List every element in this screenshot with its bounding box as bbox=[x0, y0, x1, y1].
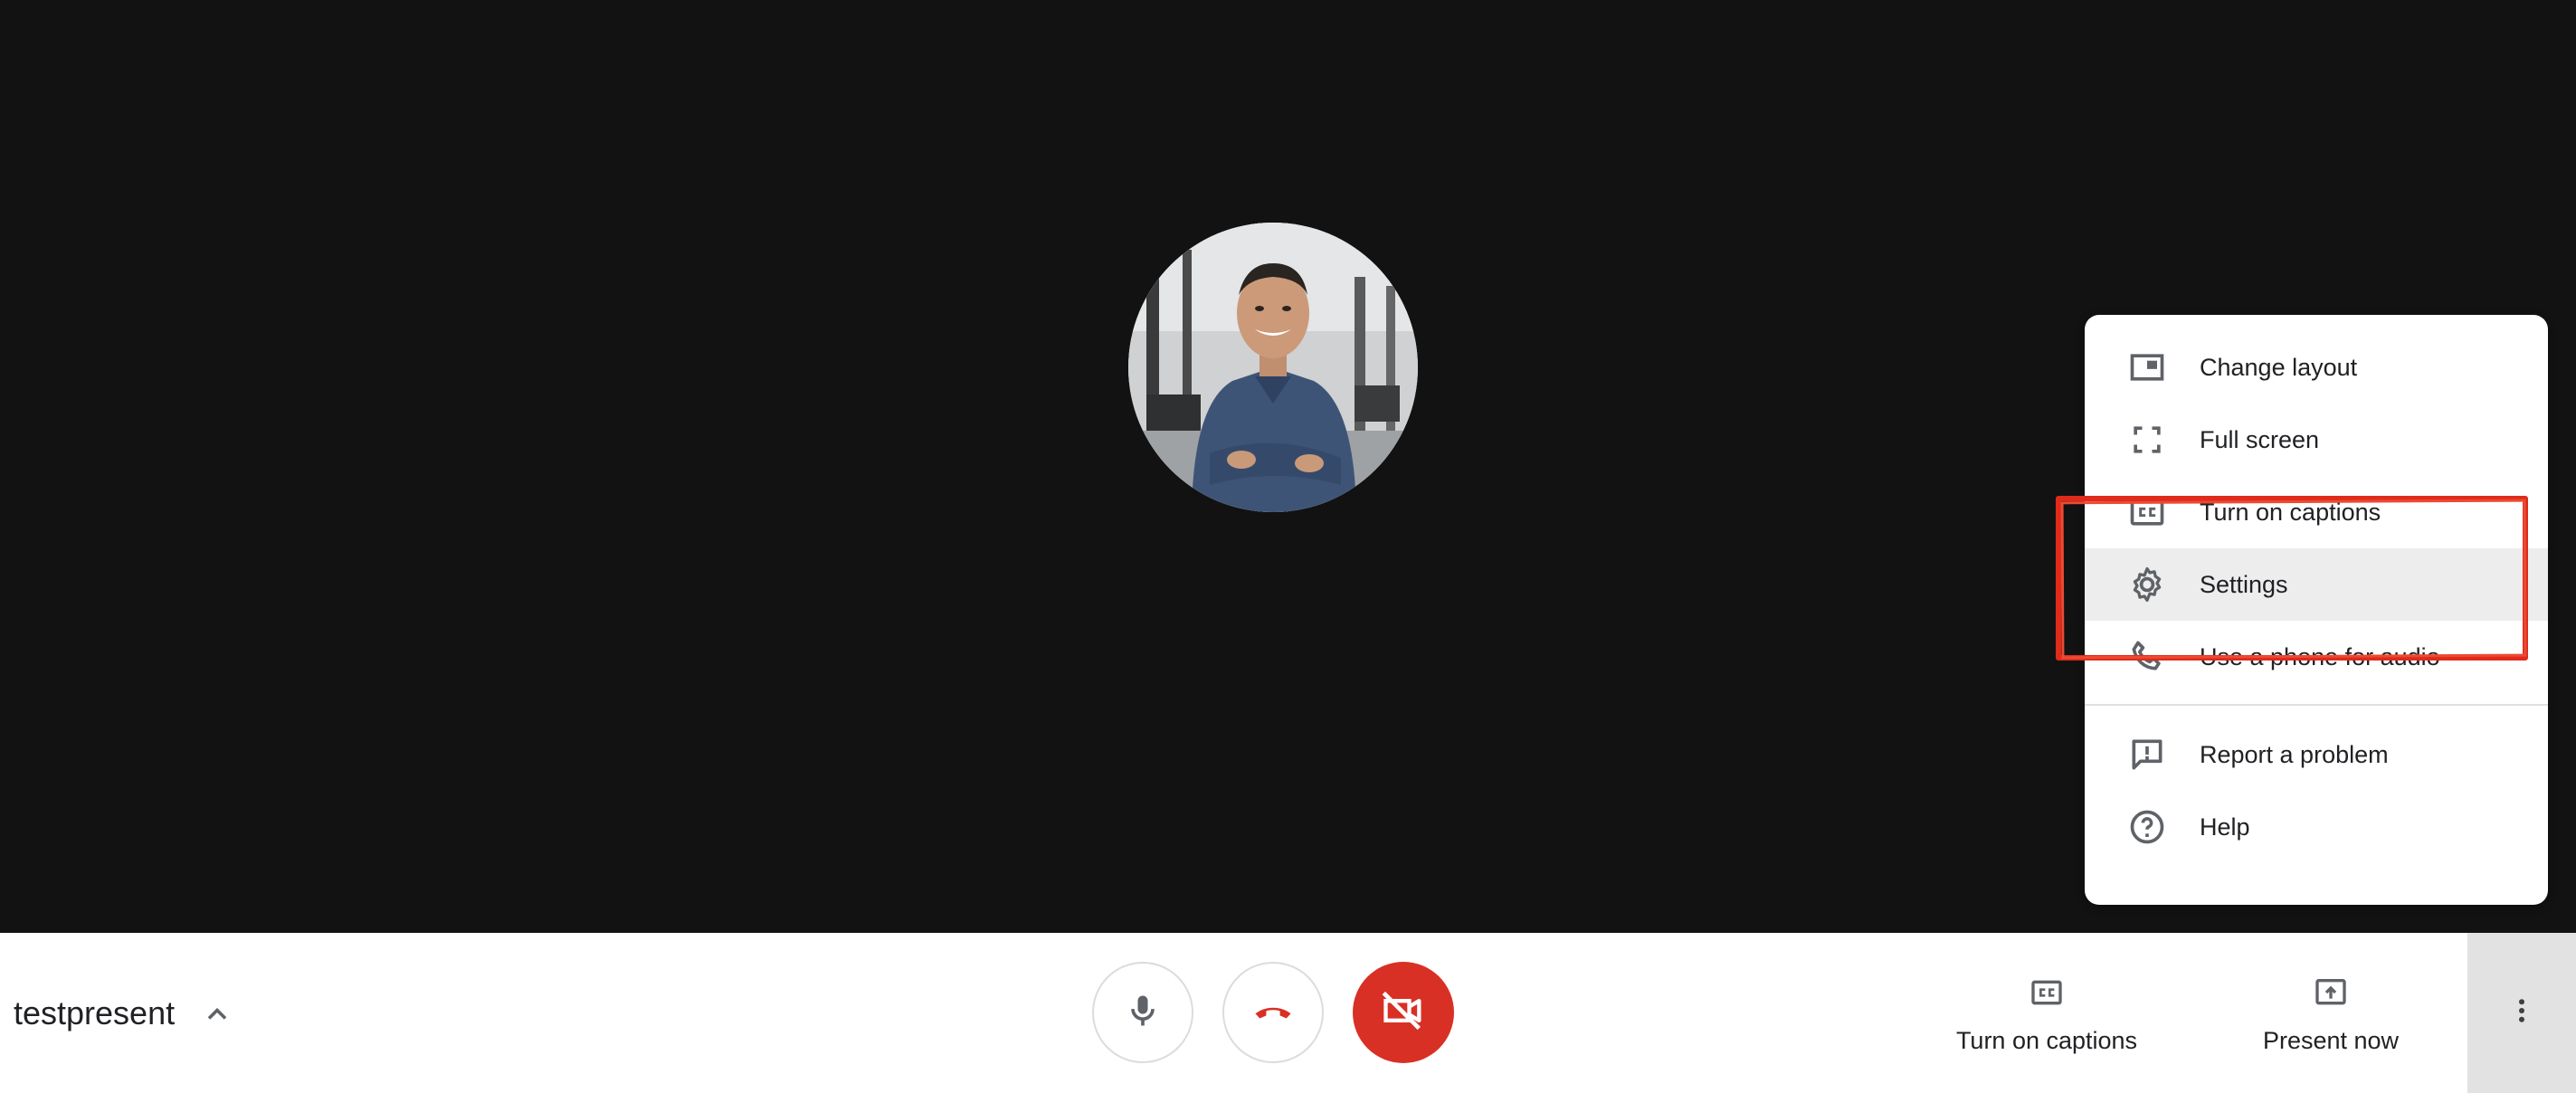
menu-item-change-layout[interactable]: Change layout bbox=[2085, 331, 2548, 404]
present-screen-icon bbox=[2311, 974, 2351, 1011]
menu-item-label: Change layout bbox=[2200, 354, 2358, 381]
fullscreen-icon bbox=[2127, 420, 2167, 460]
present-now-button[interactable]: Present now bbox=[2240, 933, 2421, 1093]
menu-divider bbox=[2085, 704, 2548, 706]
phone-icon bbox=[2127, 637, 2167, 677]
participant-avatar bbox=[1128, 223, 1418, 512]
more-options-menu: Change layout Full screen Turn on captio… bbox=[2085, 315, 2548, 905]
camera-off-icon bbox=[1380, 987, 1427, 1039]
hang-up-icon bbox=[1250, 987, 1297, 1039]
bottom-control-bar: testpresent Turn on captions Present now bbox=[0, 933, 2576, 1093]
camera-off-button[interactable] bbox=[1353, 962, 1454, 1063]
meeting-title: testpresent bbox=[14, 994, 176, 1031]
menu-item-settings[interactable]: Settings bbox=[2085, 548, 2548, 621]
menu-item-label: Settings bbox=[2200, 571, 2288, 598]
microphone-button[interactable] bbox=[1092, 962, 1193, 1063]
menu-item-label: Help bbox=[2200, 813, 2250, 841]
menu-item-label: Turn on captions bbox=[2200, 499, 2381, 526]
captions-icon bbox=[2027, 974, 2067, 1011]
menu-item-label: Use a phone for audio bbox=[2200, 643, 2440, 670]
change-layout-icon bbox=[2127, 347, 2167, 387]
menu-item-turn-on-captions[interactable]: Turn on captions bbox=[2085, 476, 2548, 548]
menu-item-help[interactable]: Help bbox=[2085, 791, 2548, 863]
more-vert-icon bbox=[2505, 991, 2538, 1035]
captions-icon bbox=[2127, 492, 2167, 532]
gear-icon bbox=[2127, 565, 2167, 604]
microphone-icon bbox=[1123, 991, 1163, 1035]
report-problem-icon bbox=[2127, 735, 2167, 775]
menu-item-use-phone-audio[interactable]: Use a phone for audio bbox=[2085, 621, 2548, 693]
avatar-photo bbox=[1128, 223, 1418, 512]
menu-item-label: Full screen bbox=[2200, 426, 2320, 453]
help-icon bbox=[2127, 807, 2167, 847]
menu-item-report-problem[interactable]: Report a problem bbox=[2085, 718, 2548, 791]
more-options-button[interactable] bbox=[2467, 933, 2576, 1093]
chevron-up-icon[interactable] bbox=[199, 998, 235, 1031]
menu-item-full-screen[interactable]: Full screen bbox=[2085, 404, 2548, 476]
captions-label: Turn on captions bbox=[1955, 1027, 2138, 1054]
hang-up-button[interactable] bbox=[1222, 962, 1324, 1063]
present-label: Present now bbox=[2262, 1027, 2400, 1054]
turn-on-captions-button[interactable]: Turn on captions bbox=[1947, 933, 2146, 1093]
menu-item-label: Report a problem bbox=[2200, 741, 2389, 768]
